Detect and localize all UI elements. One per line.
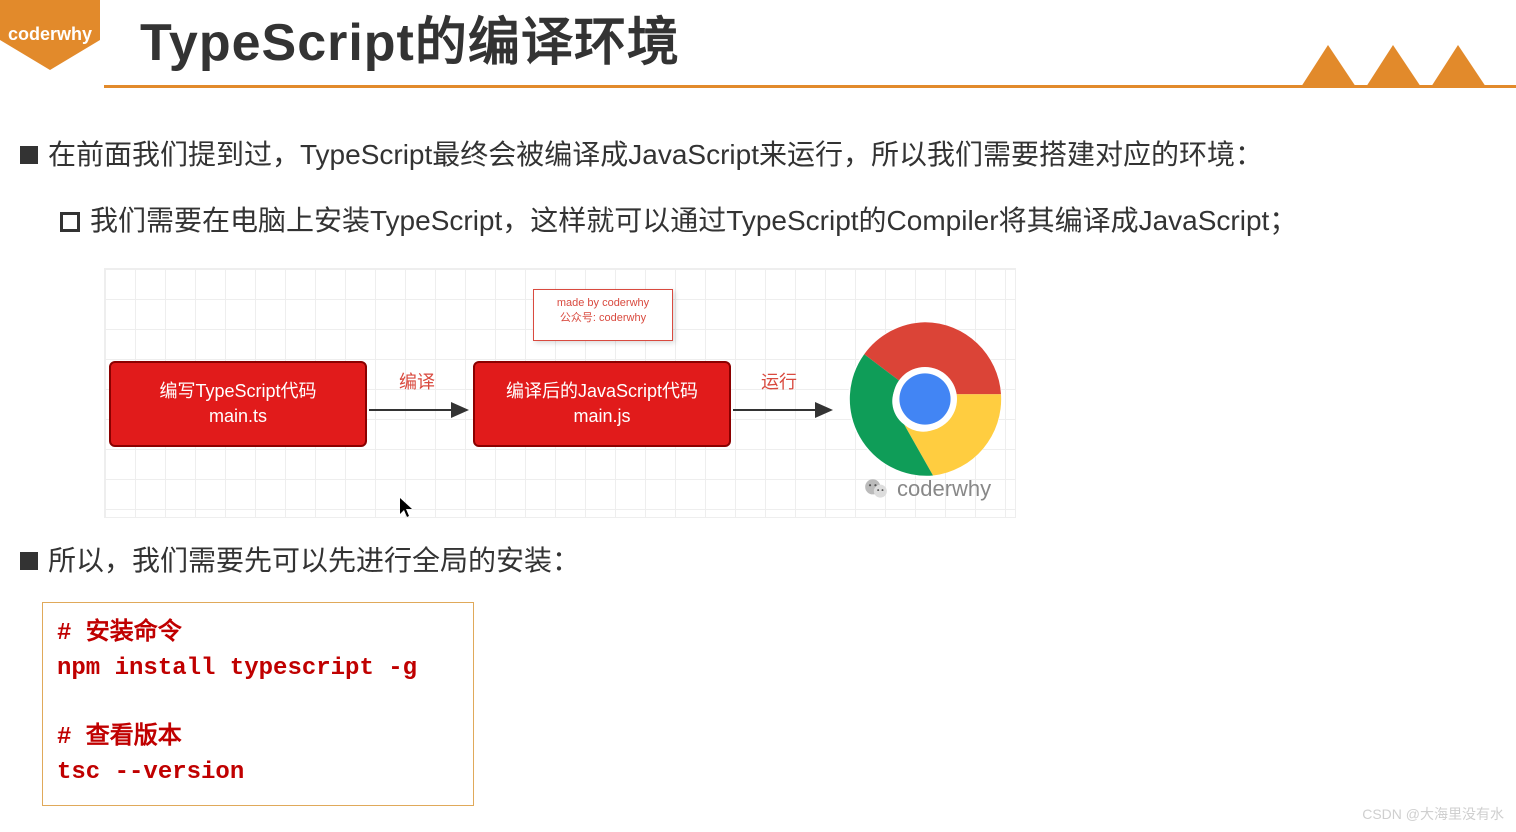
bullet-level1: 在前面我们提到过，TypeScript最终会被编译成JavaScript来运行，… bbox=[20, 134, 1484, 176]
header-decor-triangles bbox=[1301, 45, 1486, 87]
install-code-block: # 安装命令 npm install typescript -g # 查看版本 … bbox=[42, 602, 474, 806]
arrow-label-run: 运行 bbox=[761, 369, 797, 396]
bullet-level2: 我们需要在电脑上安装TypeScript，这样就可以通过TypeScript的C… bbox=[60, 200, 1484, 242]
arrow-label-compile: 编译 bbox=[399, 369, 435, 396]
bullet-text: 我们需要在电脑上安装TypeScript，这样就可以通过TypeScript的C… bbox=[90, 200, 1484, 242]
bullet-text: 在前面我们提到过，TypeScript最终会被编译成JavaScript来运行，… bbox=[48, 134, 1484, 176]
arrow-icon bbox=[369, 395, 469, 425]
diagram-note-line: made by coderwhy bbox=[534, 296, 672, 311]
footer-watermark: CSDN @大海里没有水 bbox=[1362, 804, 1504, 824]
wechat-icon bbox=[863, 476, 889, 502]
diagram-box-ts: 编写TypeScript代码 main.ts bbox=[109, 361, 367, 447]
diagram-box-line: 编译后的JavaScript代码 bbox=[506, 379, 698, 404]
bullet-marker-outline-icon bbox=[60, 212, 80, 232]
diagram-box-js: 编译后的JavaScript代码 main.js bbox=[473, 361, 731, 447]
bullet-marker-solid-icon bbox=[20, 552, 38, 570]
logo-badge: coderwhy bbox=[0, 0, 100, 70]
compile-flow-diagram: made by coderwhy 公众号: coderwhy 编写TypeScr… bbox=[104, 268, 1016, 518]
chrome-icon bbox=[845, 319, 1005, 479]
slide-body: 在前面我们提到过，TypeScript最终会被编译成JavaScript来运行，… bbox=[0, 90, 1516, 806]
diagram-watermark: coderwhy bbox=[863, 472, 991, 505]
diagram-box-line: main.ts bbox=[209, 404, 267, 429]
diagram-note-line: 公众号: coderwhy bbox=[534, 311, 672, 326]
page-title: TypeScript的编译环境 bbox=[140, 0, 680, 75]
triangle-icon bbox=[1431, 45, 1486, 87]
triangle-icon bbox=[1366, 45, 1421, 87]
diagram-note: made by coderwhy 公众号: coderwhy bbox=[533, 289, 673, 341]
diagram-box-line: main.js bbox=[573, 404, 630, 429]
logo-text: coderwhy bbox=[8, 24, 92, 44]
diagram-watermark-text: coderwhy bbox=[897, 472, 991, 505]
slide-header: coderwhy TypeScript的编译环境 bbox=[0, 0, 1516, 90]
diagram-box-line: 编写TypeScript代码 bbox=[159, 379, 316, 404]
bullet-text: 所以，我们需要先可以先进行全局的安装： bbox=[48, 540, 1484, 582]
triangle-icon bbox=[1301, 45, 1356, 87]
arrow-icon bbox=[733, 395, 833, 425]
bullet-level1: 所以，我们需要先可以先进行全局的安装： bbox=[20, 540, 1484, 582]
bullet-marker-solid-icon bbox=[20, 146, 38, 164]
